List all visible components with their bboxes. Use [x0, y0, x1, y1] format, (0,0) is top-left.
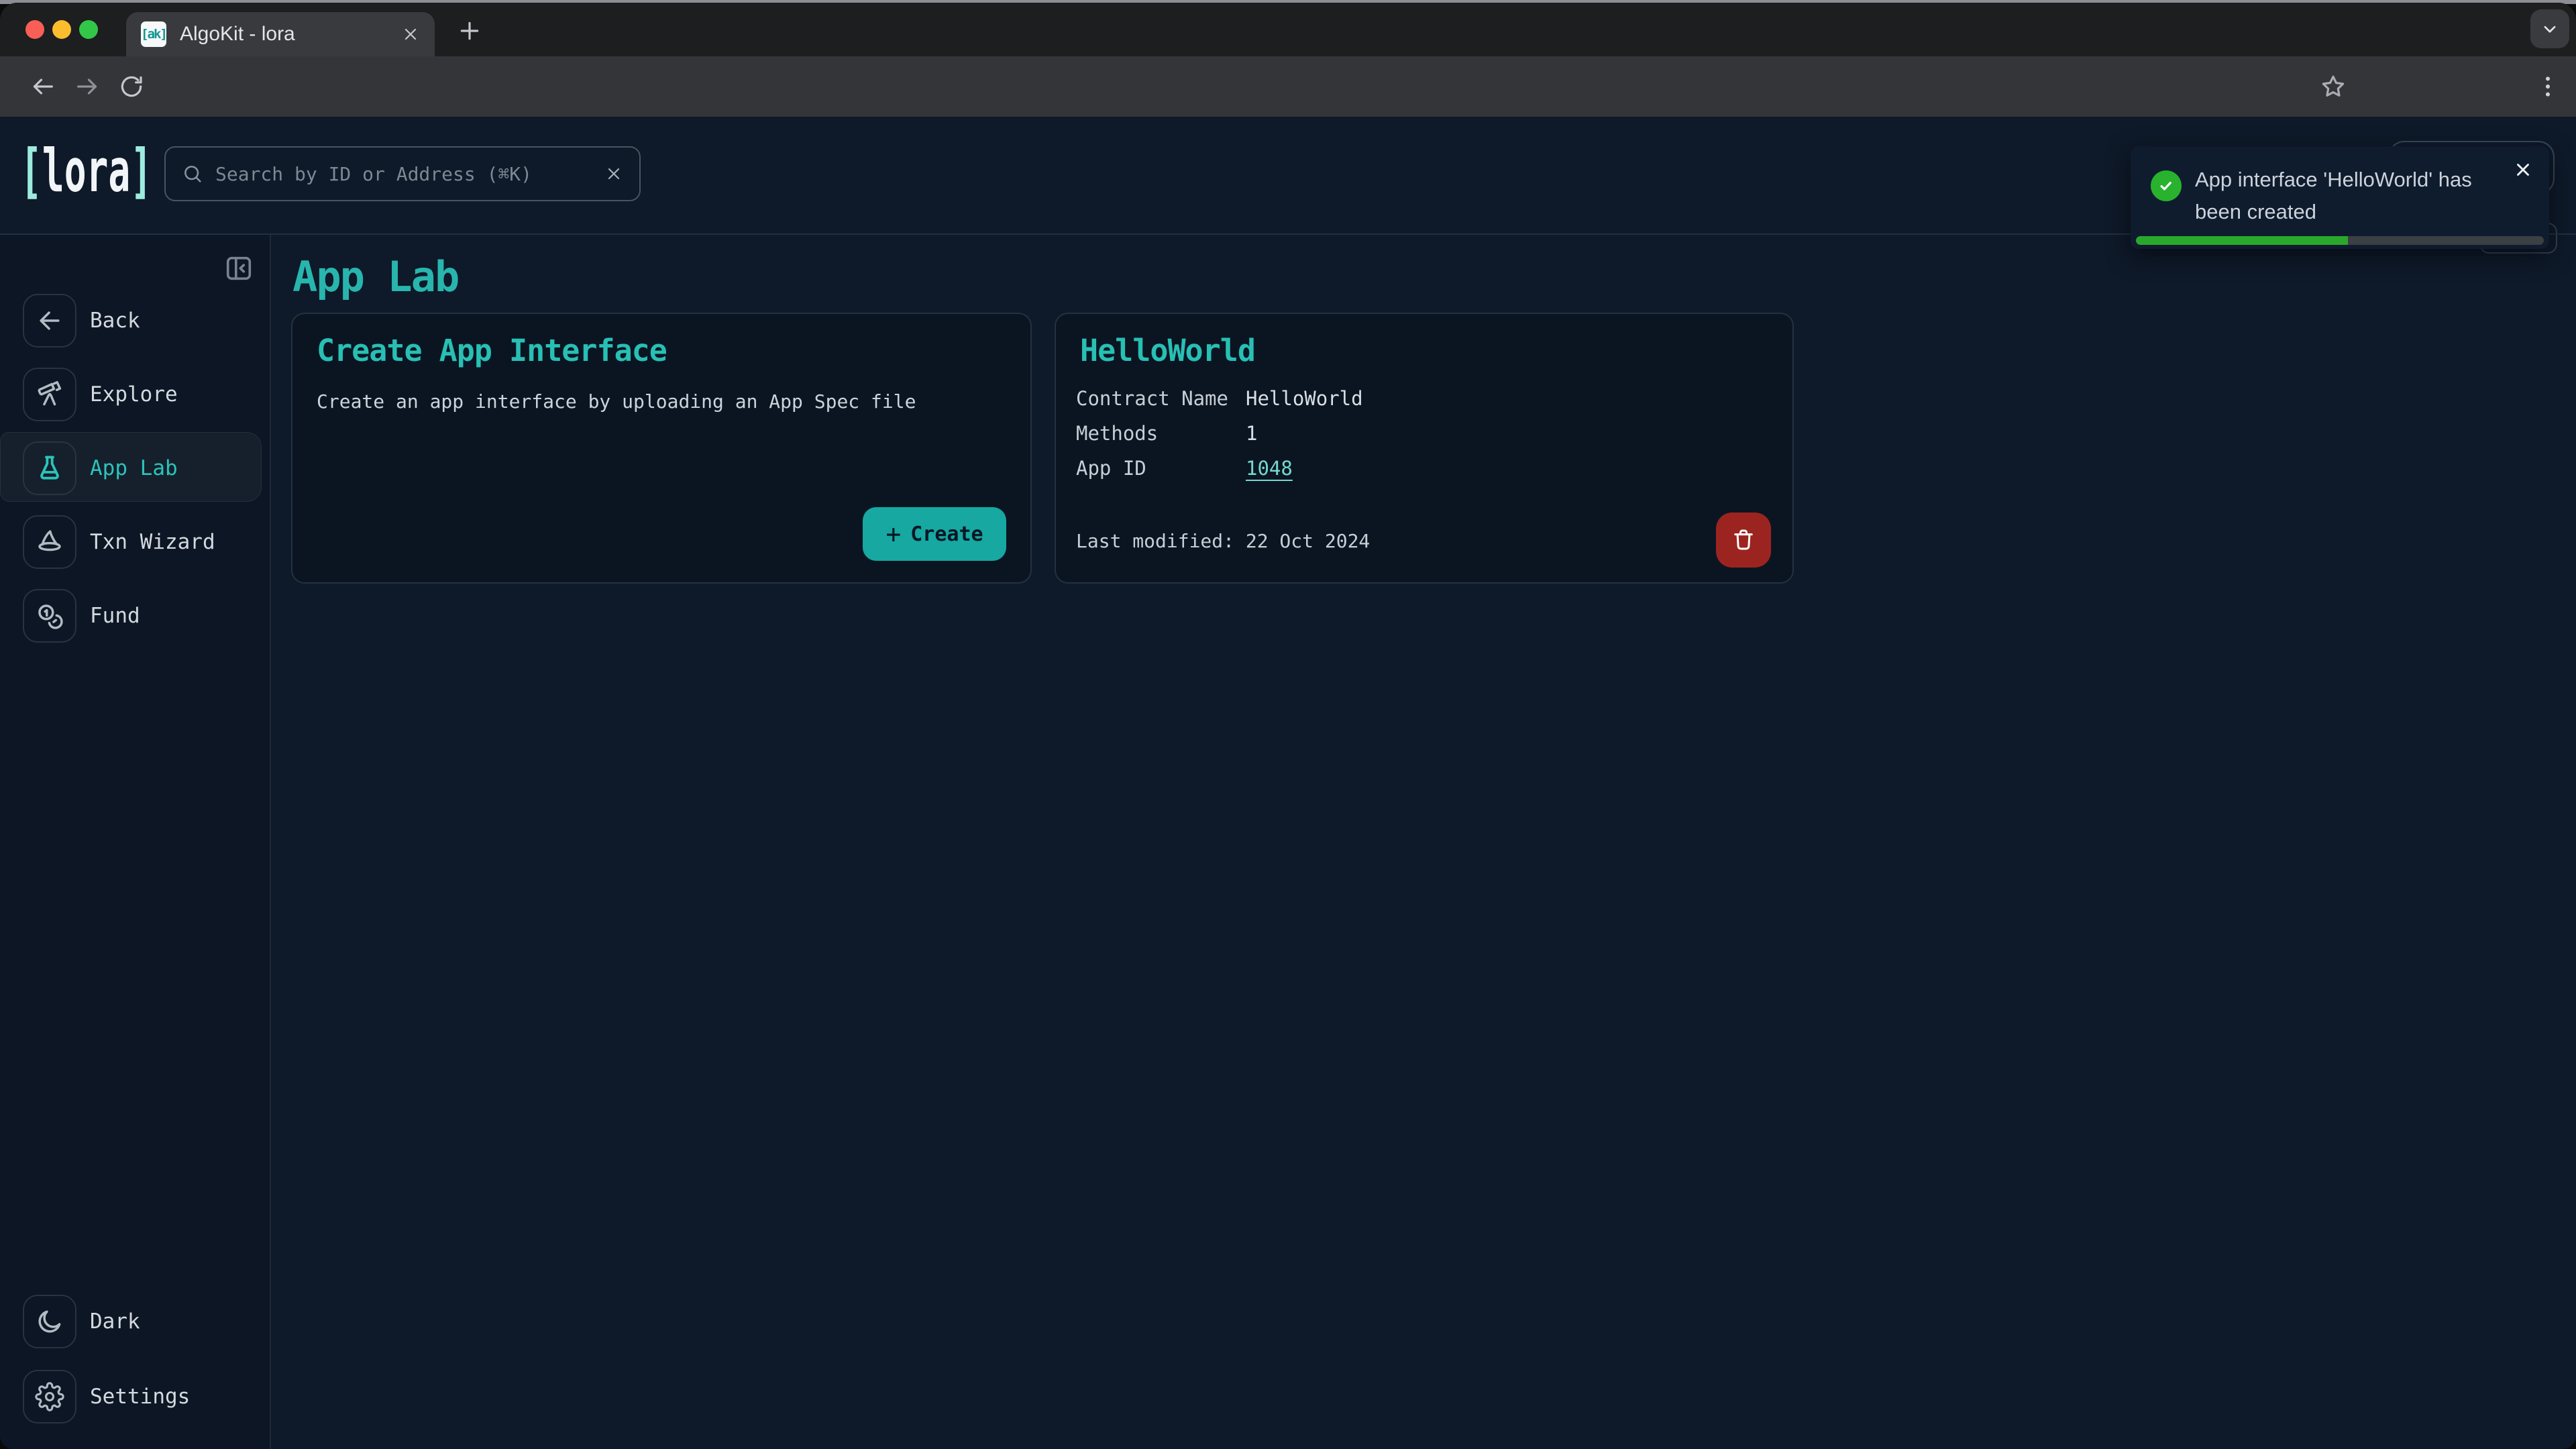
maximize-window-light[interactable]	[79, 20, 98, 39]
toast-message: App interface 'HelloWorld' has been crea…	[2195, 164, 2510, 228]
page-title: App Lab	[292, 252, 458, 301]
tab-strip: [ak] AlgoKit - lora	[0, 3, 2576, 56]
toast-progress-track	[2136, 236, 2544, 245]
toast-notification: App interface 'HelloWorld' has been crea…	[2131, 146, 2549, 249]
minimize-window-light[interactable]	[52, 20, 71, 39]
sidebar-collapse-button[interactable]	[223, 252, 255, 284]
moon-icon	[23, 1295, 76, 1348]
gear-icon	[23, 1370, 76, 1424]
methods-row: Methods1	[1076, 422, 1257, 445]
browser-tab[interactable]: [ak] AlgoKit - lora	[126, 12, 435, 56]
search-clear-icon[interactable]	[604, 164, 623, 183]
flask-icon	[23, 441, 76, 495]
tab-search-button[interactable]	[2530, 9, 2569, 48]
arrow-left-icon	[23, 294, 76, 347]
close-window-light[interactable]	[25, 20, 44, 39]
delete-app-interface-button[interactable]	[1716, 513, 1771, 568]
tab-title: AlgoKit - lora	[180, 23, 388, 46]
coins-icon	[23, 589, 76, 643]
app-interface-card: HelloWorld Contract NameHelloWorld Metho…	[1055, 313, 1794, 584]
tab-close-icon[interactable]	[401, 25, 420, 44]
sidebar-item-back[interactable]: Back	[23, 294, 140, 347]
arrow-forward-icon	[74, 73, 101, 100]
app-id-row: App ID1048	[1076, 457, 1293, 480]
app-id-link[interactable]: 1048	[1246, 457, 1293, 480]
plus-icon: +	[885, 521, 901, 547]
reload-button[interactable]	[118, 73, 145, 100]
create-app-interface-card: Create App Interface Create an app inter…	[291, 313, 1032, 584]
sidebar-item-settings[interactable]: Settings	[23, 1370, 190, 1424]
telescope-icon	[23, 368, 76, 421]
create-card-title: Create App Interface	[317, 333, 667, 368]
sidebar-item-app-lab[interactable]: App Lab	[23, 441, 178, 495]
lora-logo: [lora]	[20, 141, 152, 201]
toast-progress-fill	[2136, 236, 2348, 245]
bookmark-star-icon[interactable]	[2320, 73, 2347, 100]
create-button[interactable]: + Create	[863, 507, 1006, 561]
chevron-down-icon	[2538, 17, 2561, 40]
new-tab-button[interactable]	[453, 15, 486, 47]
search-input[interactable]	[215, 163, 592, 185]
sidebar-item-txn-wizard[interactable]: Txn Wizard	[23, 515, 215, 569]
last-modified-text: Last modified: 22 Oct 2024	[1076, 530, 1370, 552]
wizard-hat-icon	[23, 515, 76, 569]
browser-menu-button[interactable]	[2534, 73, 2561, 100]
panel-collapse-icon	[223, 253, 254, 284]
sidebar-item-explore[interactable]: Explore	[23, 368, 178, 421]
search-box[interactable]	[164, 146, 641, 201]
app-card-title: HelloWorld	[1080, 333, 1255, 368]
success-check-icon	[2151, 170, 2182, 201]
reload-icon	[118, 73, 145, 100]
back-button[interactable]	[30, 73, 56, 100]
sidebar-item-dark-mode[interactable]: Dark	[23, 1295, 140, 1348]
browser-window: [ak] AlgoKit - lora lora.algokit.i	[0, 3, 2576, 1449]
tab-favicon-icon: [ak]	[141, 21, 166, 47]
forward-button[interactable]	[74, 73, 101, 100]
create-card-description: Create an app interface by uploading an …	[317, 390, 916, 413]
dots-vertical-icon	[2534, 73, 2561, 100]
browser-toolbar: lora.algokit.io/app-lab Incognito	[0, 56, 2576, 117]
arrow-back-icon	[30, 73, 56, 100]
sidebar-item-fund[interactable]: Fund	[23, 589, 140, 643]
toast-close-icon[interactable]	[2513, 160, 2533, 180]
search-icon	[182, 163, 203, 184]
trash-icon	[1729, 526, 1758, 554]
contract-name-row: Contract NameHelloWorld	[1076, 387, 1363, 410]
